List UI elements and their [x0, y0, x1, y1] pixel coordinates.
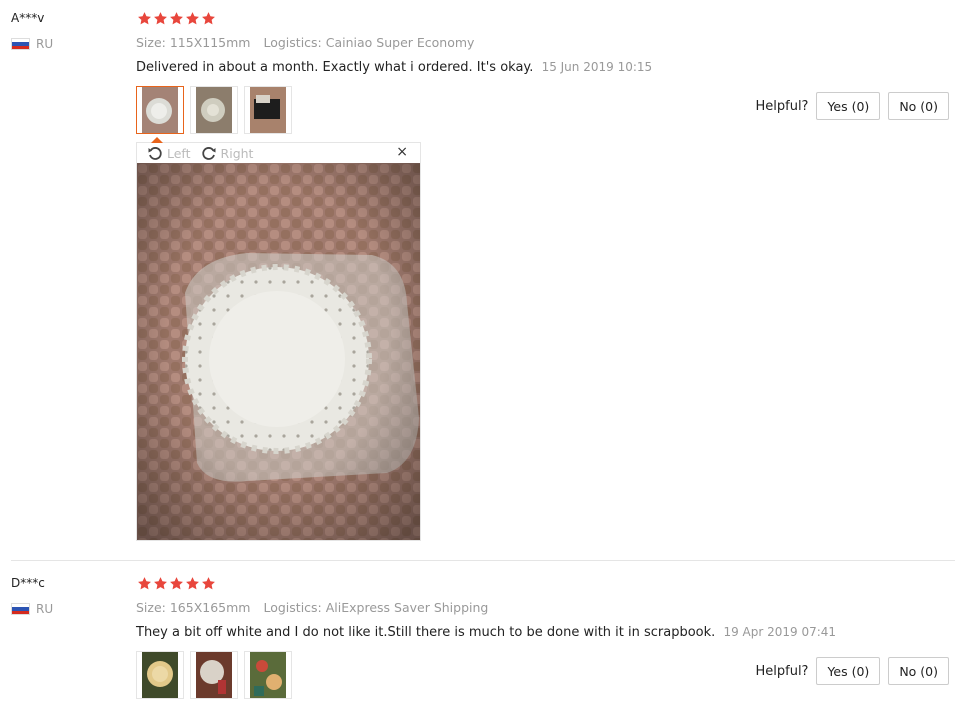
photo-thumbnail[interactable] — [136, 86, 184, 134]
helpful-yes-button[interactable]: Yes (0) — [816, 92, 881, 120]
review-date: 19 Apr 2019 07:41 — [723, 625, 837, 639]
rotate-left-icon — [148, 147, 162, 160]
review-body: They a bit off white and I do not like i… — [136, 625, 716, 640]
order-attributes: Size: 115X115mm Logistics: Cainiao Super … — [136, 35, 474, 50]
star-icon — [201, 11, 216, 26]
photo-viewer: Left Right × — [136, 137, 421, 541]
star-icon — [137, 11, 152, 26]
helpful-no-button[interactable]: No (0) — [888, 92, 949, 120]
buyer-name: A***v — [11, 11, 45, 25]
photo-thumbnail[interactable] — [190, 651, 238, 699]
size-attribute: Size: 165X165mm — [136, 600, 251, 615]
logistics-attribute: Logistics: Cainiao Super Economy — [263, 35, 475, 50]
review-divider — [11, 560, 955, 561]
helpful-voting: Helpful? Yes (0) No (0) — [755, 657, 949, 685]
helpful-label: Helpful? — [755, 663, 809, 679]
photo-doily-thumbnail — [142, 652, 178, 698]
review-photo-large — [137, 163, 420, 540]
photo-package-thumbnail — [250, 87, 286, 133]
review-body: Delivered in about a month. Exactly what… — [136, 60, 534, 75]
logistics-attribute: Logistics: AliExpress Saver Shipping — [263, 600, 489, 615]
viewer-toolbar: Left Right × — [137, 143, 420, 163]
review-text: They a bit off white and I do not like i… — [136, 625, 836, 640]
close-icon[interactable]: × — [396, 144, 408, 160]
review-item: A***v RU Size: 115X115mm Logistics: Caini… — [0, 0, 967, 560]
order-attributes: Size: 165X165mm Logistics: AliExpress Sav… — [136, 600, 488, 615]
star-rating — [137, 576, 216, 591]
helpful-yes-button[interactable]: Yes (0) — [816, 657, 881, 685]
photo-doily-thumbnail — [196, 87, 232, 133]
helpful-no-button[interactable]: No (0) — [888, 657, 949, 685]
photo-scrapbook-thumbnail — [250, 652, 286, 698]
photo-thumbnail[interactable] — [190, 86, 238, 134]
russia-flag-icon — [11, 603, 30, 615]
photo-thumbnail[interactable] — [244, 651, 292, 699]
size-attribute: Size: 115X115mm — [136, 35, 251, 50]
star-icon — [137, 576, 152, 591]
star-icon — [201, 576, 216, 591]
rotate-right-icon — [201, 147, 216, 160]
star-icon — [169, 11, 184, 26]
russia-flag-icon — [11, 38, 30, 50]
photo-thumbnail[interactable] — [244, 86, 292, 134]
review-date: 15 Jun 2019 10:15 — [541, 60, 653, 74]
buyer-name: D***c — [11, 576, 45, 590]
photo-doily-thumbnail — [142, 87, 178, 133]
star-icon — [169, 576, 184, 591]
helpful-voting: Helpful? Yes (0) No (0) — [755, 92, 949, 120]
review-item: D***c RU Size: 165X165mm Logistics: AliEx… — [0, 565, 967, 718]
rotate-right-label: Right — [220, 145, 254, 161]
helpful-label: Helpful? — [755, 98, 809, 114]
star-icon — [153, 576, 168, 591]
star-icon — [185, 576, 200, 591]
rotate-left-button[interactable]: Left — [147, 145, 191, 161]
buyer-country: RU — [11, 37, 53, 51]
rotate-left-label: Left — [167, 145, 191, 161]
country-code: RU — [36, 602, 54, 616]
star-icon — [185, 11, 200, 26]
buyer-country: RU — [11, 602, 53, 616]
country-code: RU — [36, 37, 54, 51]
photo-thumbnail[interactable] — [136, 651, 184, 699]
star-icon — [153, 11, 168, 26]
review-photos — [136, 86, 292, 134]
rotate-right-button[interactable]: Right — [201, 145, 254, 161]
star-rating — [137, 11, 216, 26]
review-text: Delivered in about a month. Exactly what… — [136, 60, 652, 75]
photo-doily-thumbnail — [196, 652, 232, 698]
review-photos — [136, 651, 292, 699]
